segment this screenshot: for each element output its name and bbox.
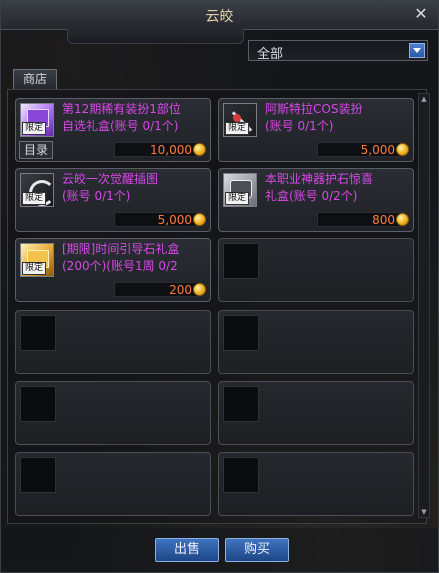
item-name: [期限]时间引导石礼盒 (200个)(账号1周 0/2 <box>62 242 180 273</box>
limited-badge: 限定 <box>22 262 47 275</box>
empty-item-slot[interactable] <box>15 452 211 516</box>
category-dropdown[interactable]: 全部 <box>248 40 428 62</box>
limited-badge: 限定 <box>22 192 47 205</box>
item-name: 第12期稀有装扮1部位 自选礼盒(账号 0/1个) <box>62 102 181 133</box>
item-price: 200 <box>169 283 192 297</box>
coin-icon <box>193 213 206 226</box>
empty-item-slot[interactable] <box>218 310 414 374</box>
header-decoration <box>67 29 244 44</box>
bottom-bar <box>1 528 438 572</box>
item-name: 本职业神器护石惊喜 礼盒(账号 0/2个) <box>265 172 374 203</box>
coin-icon <box>396 213 409 226</box>
chevron-down-icon[interactable] <box>409 43 425 58</box>
scroll-up-icon[interactable]: ▲ <box>420 95 428 103</box>
artifact-box-icon: 限定 <box>223 173 257 207</box>
close-icon[interactable]: ✕ <box>412 5 430 23</box>
weapon-icon: 限定 <box>223 103 257 137</box>
item-price: 800 <box>372 213 395 227</box>
shop-item-slot[interactable]: 限定 本职业神器护石惊喜 礼盒(账号 0/2个) 800 <box>218 168 414 232</box>
empty-icon-slot <box>20 386 56 422</box>
shop-item-slot[interactable]: 限定 目录 第12期稀有装扮1部位 自选礼盒(账号 0/1个) 10,000 <box>15 98 211 162</box>
empty-item-slot[interactable] <box>15 310 211 374</box>
empty-icon-slot <box>20 315 56 351</box>
category-dropdown-value: 全部 <box>257 47 284 62</box>
empty-item-slot[interactable] <box>218 381 414 445</box>
empty-item-slot[interactable] <box>218 238 414 302</box>
shop-window: 云皎 ✕ 全部 商店 限定 目录 第12期稀有装扮1部位 自选礼盒(账号 0/1… <box>0 0 439 573</box>
empty-item-slot[interactable] <box>218 452 414 516</box>
coin-icon <box>193 143 206 156</box>
empty-icon-slot <box>20 457 56 493</box>
gold-box-icon: 限定 <box>20 243 54 277</box>
buy-button[interactable]: 购买 <box>225 538 289 562</box>
scrollbar[interactable]: ▲ ▼ <box>418 93 430 518</box>
limited-badge: 限定 <box>225 122 250 135</box>
item-price: 5,000 <box>360 143 395 157</box>
shop-item-slot[interactable]: 限定 云皎一次觉醒插图 (账号 0/1个) 5,000 <box>15 168 211 232</box>
limited-badge: 限定 <box>22 122 47 135</box>
empty-icon-slot <box>223 457 259 493</box>
item-name: 阿斯特拉COS装扮 (账号 0/1个) <box>265 102 363 133</box>
title-bar: 云皎 ✕ <box>1 1 438 30</box>
limited-badge: 限定 <box>225 192 250 205</box>
item-price: 10,000 <box>150 143 192 157</box>
empty-item-slot[interactable] <box>15 381 211 445</box>
scroll-down-icon[interactable]: ▼ <box>420 508 428 516</box>
catalog-button[interactable]: 目录 <box>19 141 53 159</box>
empty-icon-slot <box>223 243 259 279</box>
shop-item-slot[interactable]: 限定 阿斯特拉COS装扮 (账号 0/1个) 5,000 <box>218 98 414 162</box>
shop-item-slot[interactable]: 限定 [期限]时间引导石礼盒 (200个)(账号1周 0/2 200 <box>15 238 211 302</box>
coin-icon <box>193 283 206 296</box>
window-title: 云皎 <box>205 9 234 25</box>
empty-icon-slot <box>223 386 259 422</box>
item-name: 云皎一次觉醒插图 (账号 0/1个) <box>62 172 159 203</box>
coin-icon <box>396 143 409 156</box>
item-price: 5,000 <box>157 213 192 227</box>
purple-gift-box-icon: 限定 <box>20 103 54 137</box>
sell-button[interactable]: 出售 <box>155 538 219 562</box>
empty-icon-slot <box>223 315 259 351</box>
illustration-icon: 限定 <box>20 173 54 207</box>
tab-shop[interactable]: 商店 <box>13 69 57 89</box>
